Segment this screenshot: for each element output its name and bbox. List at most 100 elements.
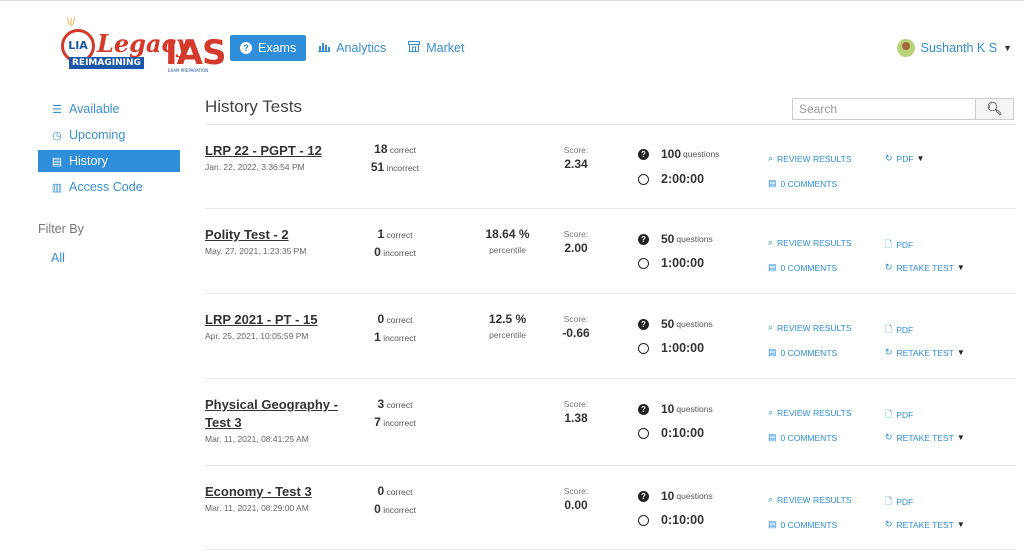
retake-test-dropdown[interactable]: ↻ RETAKE TEST ▼ [885,519,965,530]
comment-icon: ▤ [768,432,777,442]
question-info: ? 10 questions 0:10:00 [638,400,713,442]
search-icon: ⌕ [768,237,774,247]
pdf-link[interactable]: 🗋︎ PDF [885,322,913,338]
filter-all-link[interactable]: All [51,251,65,265]
comments-link[interactable]: ▤ 0 COMMENTS [768,178,837,189]
test-date: May. 27, 2021, 1:23:35 PM [205,246,307,256]
pdf-link[interactable]: 🗋︎ PDF [885,494,913,510]
question-circle-icon: ? [638,233,649,245]
table-row: LRP 22 - PGPT - 12 Jan. 22, 2022, 3:36:5… [205,124,1016,208]
barcode-icon: ▥ [51,181,63,194]
table-row: LRP 2021 - PT - 15 Apr. 25, 2021, 10:05:… [205,293,1016,378]
refresh-icon: ↻ [885,432,893,442]
percentile-block: 18.64 % percentile [485,227,530,255]
caret-down-icon: ▼ [956,348,965,357]
legacy-ias-logo[interactable]: \|/ LIA Legacy IAS REIMAGINING EXAM PREP… [55,15,226,79]
correct-count: 0 correct [377,312,413,326]
table-row: Economy - Test 3 Mar. 11, 2021, 08:29:00… [205,465,1016,550]
pdf-file-icon: 🗋︎ [885,409,893,419]
question-info: ? 50 questions 1:00:00 [638,230,713,272]
incorrect-count: 1 incorrect [374,330,416,344]
retake-test-dropdown[interactable]: ↻ RETAKE TEST ▼ [885,347,965,358]
search-input[interactable] [792,98,976,120]
correct-count: 18 correct [374,142,416,156]
question-circle-icon: ? [638,490,649,502]
percentile-block: 12.5 % percentile [488,312,527,340]
top-header: \|/ LIA Legacy IAS REIMAGINING EXAM PREP… [0,0,1024,82]
nav-exams[interactable]: ? Exams [230,35,307,61]
question-info: ? 10 questions 0:10:00 [638,487,713,529]
comment-icon: ▤ [768,519,777,529]
logo-bold-text: IAS [165,33,226,73]
clock-icon [638,342,649,354]
pdf-dropdown[interactable]: ↻ PDF ▼ [885,153,924,164]
nav-analytics[interactable]: Analytics [308,35,396,61]
list-icon: ☰ [52,103,62,116]
table-row: Polity Test - 2 May. 27, 2021, 1:23:35 P… [205,208,1016,293]
test-name-link[interactable]: LRP 2021 - PT - 15 [205,311,345,329]
sidebar-item-upcoming[interactable]: ◷ Upcoming [38,124,180,146]
comments-link[interactable]: ▤ 0 COMMENTS [768,347,837,358]
search-icon: ⌕ [768,407,774,417]
incorrect-count: 51 incorrect [370,160,420,174]
comments-link[interactable]: ▤ 0 COMMENTS [768,519,837,530]
comment-icon: ▤ [768,347,777,357]
review-results-link[interactable]: ⌕ REVIEW RESULTS [768,494,852,505]
sidebar-item-access-code[interactable]: ▥ Access Code [38,176,180,198]
correct-count: 0 correct [377,484,413,498]
user-menu[interactable]: Sushanth K S ▼ [896,39,1012,57]
search-icon: ⌕ [768,322,774,332]
search-bar: 🔍︎ [792,98,1014,120]
clock-icon: ◷ [52,129,62,142]
question-circle-icon: ? [638,148,649,160]
question-info: ? 100 questions 2:00:00 [638,145,719,188]
main-nav: ? Exams Analytics Market [230,35,476,61]
review-results-link[interactable]: ⌕ REVIEW RESULTS [768,407,852,418]
comment-icon: ▤ [768,262,777,272]
retake-test-dropdown[interactable]: ↻ RETAKE TEST ▼ [885,262,965,273]
logo-tagline: REIMAGINING [69,57,144,69]
test-date: Mar. 11, 2021, 08:41:25 AM [205,434,309,444]
test-name-link[interactable]: LRP 22 - PGPT - 12 [205,142,345,160]
page-title: History Tests [205,97,302,116]
bar-chart-icon [318,42,331,55]
review-results-link[interactable]: ⌕ REVIEW RESULTS [768,237,852,248]
question-info: ? 50 questions 1:00:00 [638,315,713,357]
avatar [896,39,915,57]
refresh-icon: ↻ [885,262,893,272]
score-block: Score: 0.00 [563,486,589,512]
question-circle-icon: ? [240,42,252,54]
pdf-link[interactable]: 🗋︎ PDF [885,407,913,423]
refresh-icon: ↻ [885,519,893,529]
review-results-link[interactable]: ⌕ REVIEW RESULTS [768,322,852,333]
incorrect-count: 0 incorrect [374,245,416,259]
sidebar-item-available[interactable]: ☰ Available [38,98,180,120]
incorrect-count: 0 incorrect [374,502,416,516]
nav-market[interactable]: Market [398,35,474,61]
sidebar: ☰ Available ◷ Upcoming ▤ History ▥ Acces… [38,98,180,202]
caret-down-icon: ▼ [956,263,965,272]
search-icon: ⌕ [768,494,774,504]
refresh-icon: ↻ [885,153,893,163]
archive-icon: ▤ [51,155,63,168]
comments-link[interactable]: ▤ 0 COMMENTS [768,432,837,443]
search-button[interactable]: 🔍︎ [976,98,1014,120]
caret-down-icon: ▼ [1003,43,1012,53]
score-block: Score: 2.00 [563,229,589,255]
table-row: Physical Geography - Test 3 Mar. 11, 202… [205,378,1016,465]
filter-by-heading: Filter By [38,222,84,236]
test-date: Apr. 25, 2021, 10:05:59 PM [205,331,309,341]
clock-icon [638,257,649,269]
comments-link[interactable]: ▤ 0 COMMENTS [768,262,837,273]
test-name-link[interactable]: Economy - Test 3 [205,483,345,501]
correct-count: 3 correct [377,397,413,411]
sidebar-item-history[interactable]: ▤ History [38,150,180,172]
pdf-link[interactable]: 🗋︎ PDF [885,237,913,253]
test-name-link[interactable]: Polity Test - 2 [205,226,345,244]
question-circle-icon: ? [638,318,649,330]
review-results-link[interactable]: ⌕ REVIEW RESULTS [768,153,852,164]
refresh-icon: ↻ [885,347,893,357]
score-block: Score: 1.38 [563,399,589,425]
retake-test-dropdown[interactable]: ↻ RETAKE TEST ▼ [885,432,965,443]
test-name-link[interactable]: Physical Geography - Test 3 [205,396,345,432]
